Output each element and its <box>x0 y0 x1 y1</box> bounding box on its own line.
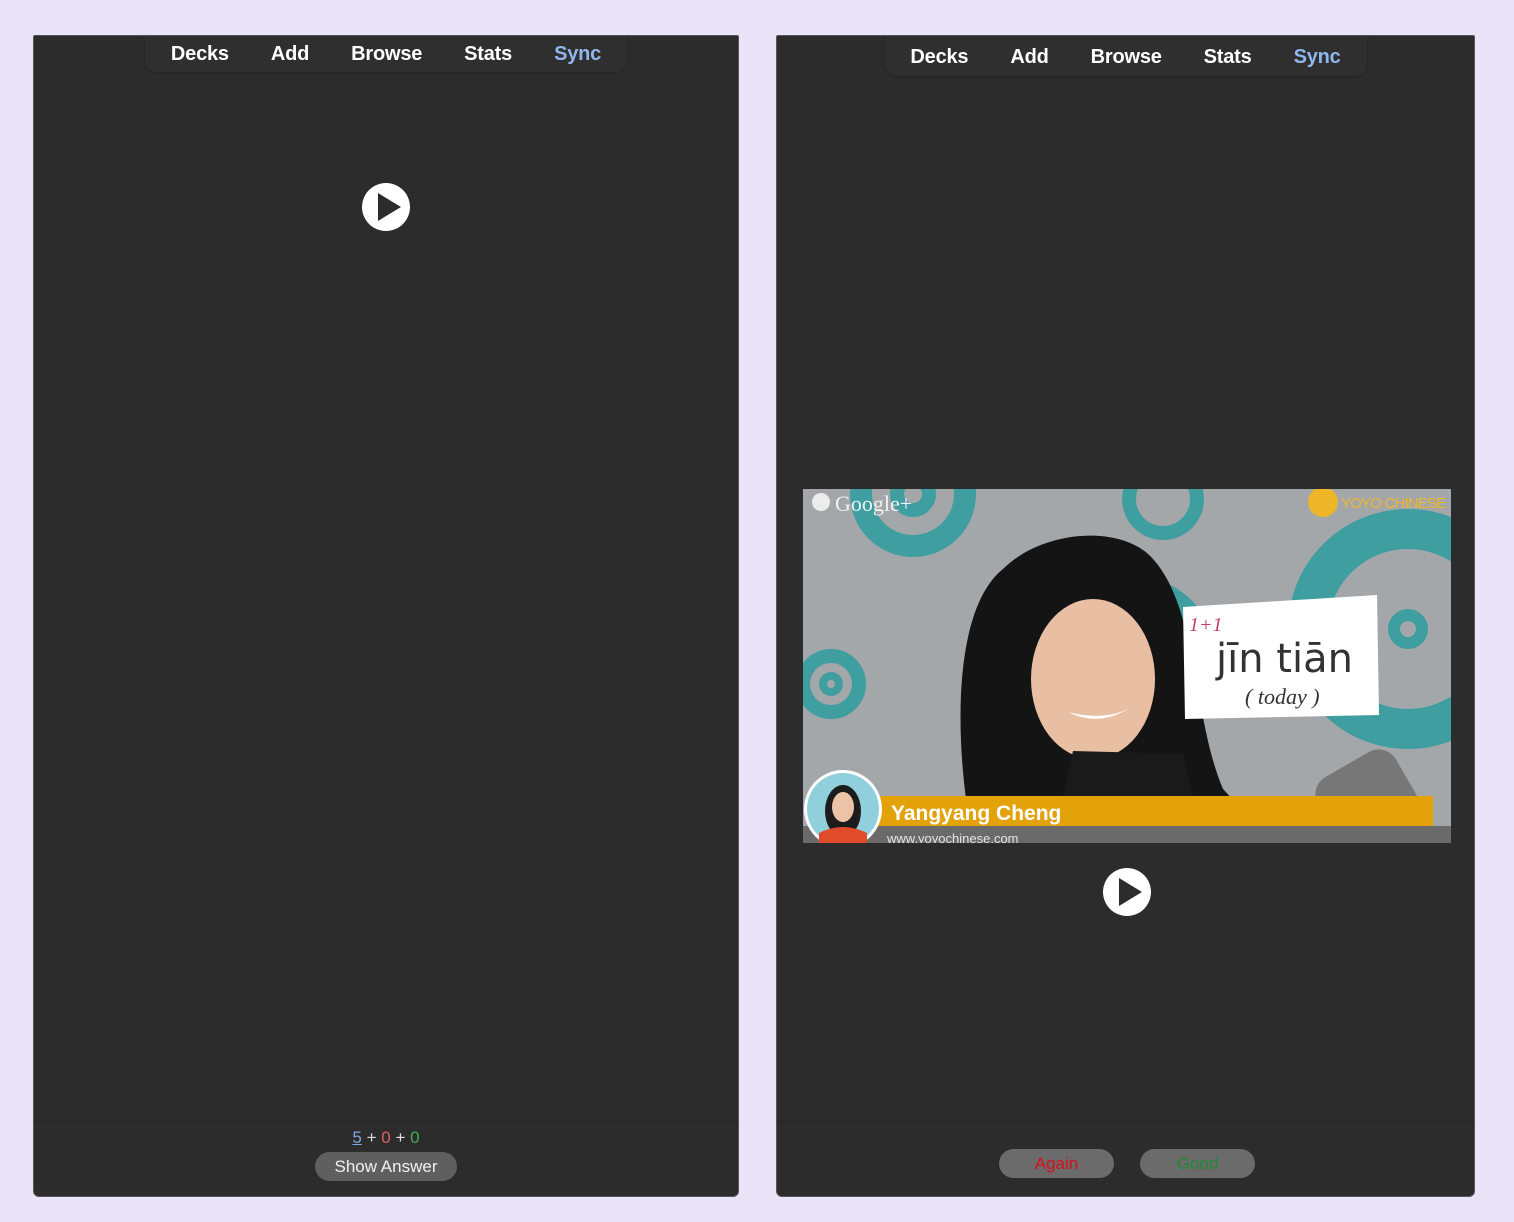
nav-sync[interactable]: Sync <box>1294 46 1341 69</box>
svg-text:( today ): ( today ) <box>1245 684 1320 709</box>
again-button[interactable]: Again <box>999 1149 1114 1178</box>
nav-stats[interactable]: Stats <box>464 43 512 66</box>
nav-add[interactable]: Add <box>1010 46 1048 69</box>
nav-decks[interactable]: Decks <box>910 46 968 69</box>
top-nav: Decks Add Browse Stats Sync <box>884 36 1367 76</box>
bottom-bar: 5 + 0 + 0 Show Answer <box>34 1121 738 1196</box>
question-panel: Decks Add Browse Stats Sync 5 + 0 + 0 Sh… <box>33 35 739 1197</box>
count-separator: + <box>366 1128 377 1147</box>
nav-add[interactable]: Add <box>271 43 309 66</box>
good-button[interactable]: Good <box>1140 1149 1255 1178</box>
play-audio-button[interactable] <box>361 182 411 232</box>
due-counts: 5 + 0 + 0 <box>34 1128 738 1148</box>
review-count: 0 <box>410 1128 420 1147</box>
nav-stats[interactable]: Stats <box>1204 46 1252 69</box>
new-count[interactable]: 5 <box>352 1128 361 1147</box>
svg-text:1+1: 1+1 <box>1189 614 1223 636</box>
nav-browse[interactable]: Browse <box>1091 46 1162 69</box>
nav-browse[interactable]: Browse <box>351 43 422 66</box>
play-icon <box>362 183 410 231</box>
play-icon <box>1103 868 1151 916</box>
svg-text:Google+: Google+ <box>835 491 912 516</box>
count-separator: + <box>395 1128 406 1147</box>
flashcard-sign: 1+1 jīn tiān ( today ) <box>1183 595 1379 719</box>
nav-decks[interactable]: Decks <box>171 43 229 66</box>
learning-count: 0 <box>381 1128 391 1147</box>
top-nav: Decks Add Browse Stats Sync <box>144 36 628 72</box>
bottom-bar: Again Good <box>777 1121 1474 1196</box>
video-thumbnail[interactable]: 1+1 jīn tiān ( today ) Yangyang Cheng ww… <box>803 489 1451 843</box>
answer-panel: Decks Add Browse Stats Sync 1+1 jīn tiān… <box>776 35 1475 1197</box>
svg-text:Yangyang Cheng: Yangyang Cheng <box>891 802 1061 825</box>
svg-text:YOYO CHINESE: YOYO CHINESE <box>1341 495 1446 512</box>
svg-text:www.yoyochinese.com: www.yoyochinese.com <box>886 831 1019 843</box>
video-frame: 1+1 jīn tiān ( today ) Yangyang Cheng ww… <box>803 489 1451 843</box>
play-audio-button[interactable] <box>1102 867 1152 917</box>
svg-text:jīn tiān: jīn tiān <box>1215 636 1353 682</box>
nav-sync[interactable]: Sync <box>554 43 601 66</box>
show-answer-button[interactable]: Show Answer <box>315 1152 457 1181</box>
